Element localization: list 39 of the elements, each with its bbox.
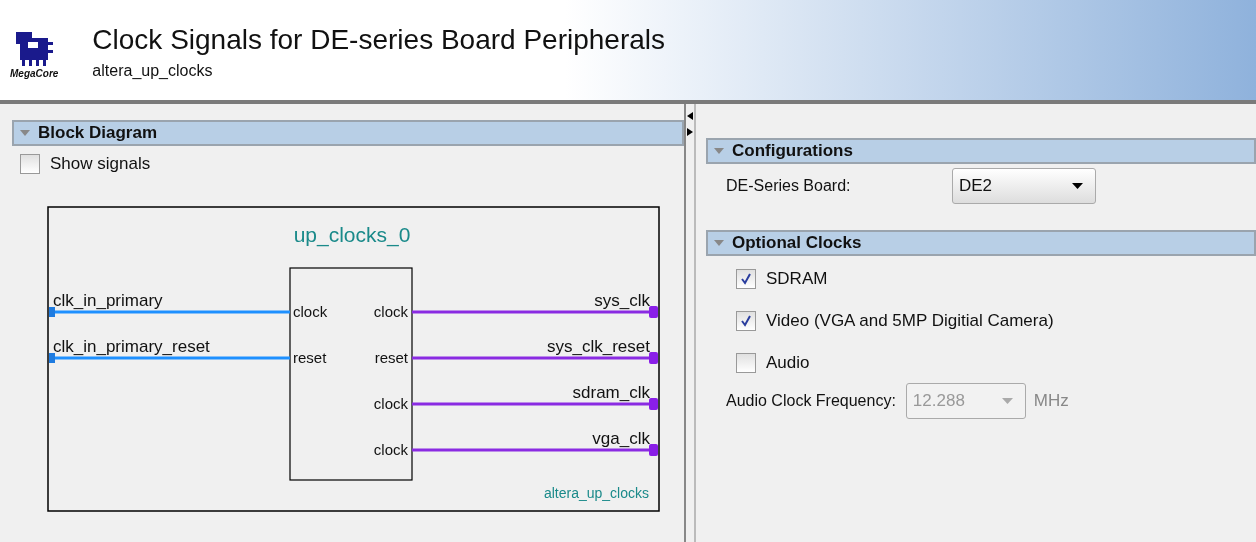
section-header[interactable]: Configurations [706,138,1256,164]
caret-icon [1072,183,1083,189]
collapse-left-icon[interactable] [687,112,693,120]
checkbox[interactable] [736,269,756,289]
chip-logo-icon [14,29,55,68]
port-label: reset [293,349,327,366]
checkbox-label: SDRAM [766,269,828,289]
check-icon [740,273,752,285]
caret-icon [1001,398,1013,404]
section-header[interactable]: Optional Clocks [706,230,1256,256]
checkbox-label: Show signals [50,154,151,174]
page-title: Clock Signals for DE-series Board Peripherals [92,24,666,56]
signal-label: sdram_clk [572,383,650,402]
signal-label: sys_clk_reset [547,337,650,356]
field-label: Audio Clock Frequency: [726,392,896,410]
checkbox[interactable] [20,154,40,174]
checkbox-label: Audio [766,353,810,373]
section-header[interactable]: Block Diagram [12,120,684,146]
module-name: altera_up_clocks [543,485,649,501]
port-label: clock [373,303,408,320]
expand-right-icon[interactable] [687,128,693,136]
signal-label: sys_clk [594,291,650,310]
port-label: clock [373,441,408,458]
unit-label: MHz [1033,391,1069,411]
checkbox-label: Video (VGA and 5MP Digitial Camera) [766,311,1054,331]
field-label: DE-Series Board: [726,177,852,195]
instance-name: up_clocks_0 [293,223,411,246]
port-label: clock [373,395,408,412]
signal-label: clk_in_primary [53,291,163,310]
signal-label: clk_in_primary_reset [53,337,210,356]
signal-label: vga_clk [592,429,650,448]
check-icon [740,315,752,327]
page-subtitle: altera_up_clocks [92,62,214,80]
port-label: clock [293,303,328,320]
port-label: reset [374,349,408,366]
board-dropdown[interactable]: DE2 [952,168,1096,204]
logo-wordmark: MegaCore [10,67,59,79]
checkbox[interactable] [736,353,756,373]
checkbox[interactable] [736,311,756,331]
